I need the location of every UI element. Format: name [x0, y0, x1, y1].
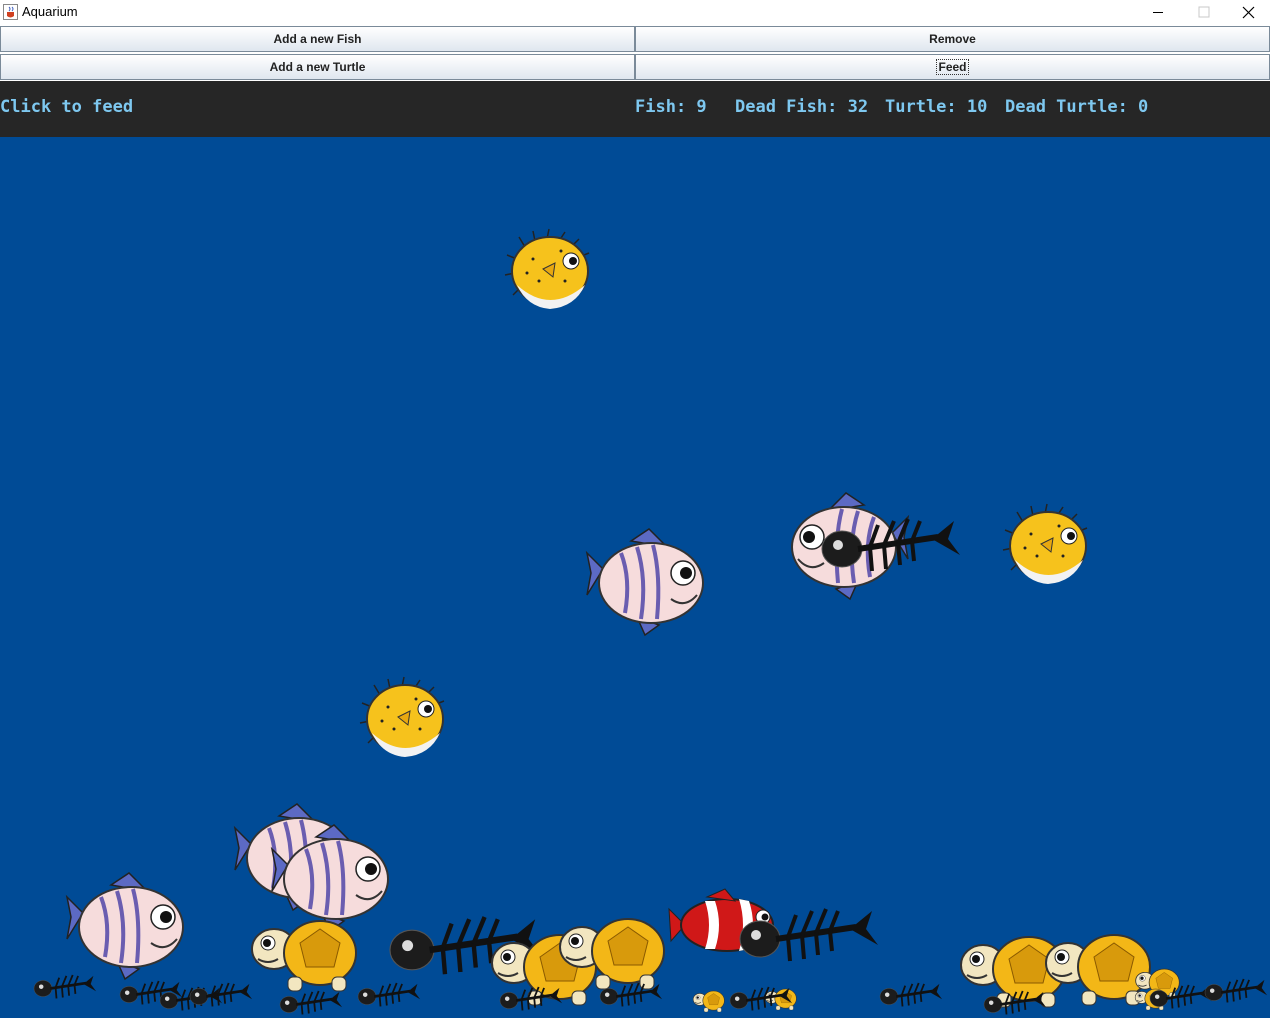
close-icon: [1242, 6, 1255, 19]
dead-fish-skeleton: [278, 989, 344, 1016]
turtle-small: [692, 990, 725, 1013]
dead-fish-skeleton: [878, 981, 944, 1008]
remove-button[interactable]: Remove: [635, 26, 1270, 52]
feed-button-label: Feed: [936, 59, 969, 75]
dead-fish-count: Dead Fish: 32: [735, 97, 869, 117]
puffer-fish: [359, 676, 445, 758]
button-row-bottom: Add a new Turtle Feed: [0, 54, 1270, 82]
dead-turtle-count: Dead Turtle: 0: [1005, 97, 1149, 117]
maximize-icon: [1198, 6, 1210, 18]
minimize-button[interactable]: [1135, 0, 1181, 25]
feed-hint: Click to feed: [0, 97, 134, 117]
puffer-fish: [1002, 503, 1088, 585]
puffer-fish: [504, 228, 590, 310]
add-turtle-button[interactable]: Add a new Turtle: [0, 54, 635, 80]
tiger-fish: [65, 871, 185, 981]
add-fish-button[interactable]: Add a new Fish: [0, 26, 635, 52]
dead-fish-skeleton: [356, 981, 422, 1008]
window-titlebar: Aquarium: [0, 0, 1270, 25]
fish-count: Fish: 9: [635, 97, 707, 117]
java-cup-icon: [3, 4, 18, 20]
button-row-top: Add a new Fish Remove: [0, 26, 1270, 54]
status-bar: Click to feed Fish: 9 Dead Fish: 32 Turt…: [0, 81, 1270, 137]
tiger-fish: [585, 527, 705, 637]
turtle-count: Turtle: 10: [885, 97, 988, 117]
dead-fish-skeleton: [1203, 977, 1269, 1004]
maximize-button[interactable]: [1181, 0, 1227, 25]
turtle: [251, 920, 357, 992]
aquarium-scene: [32, 228, 1269, 1016]
minimize-icon: [1153, 12, 1163, 13]
dead-fish-skeleton: [188, 981, 254, 1008]
turtle: [1045, 934, 1151, 1006]
dead-fish-skeleton: [32, 973, 98, 1000]
aquarium-canvas[interactable]: [0, 137, 1270, 1018]
window-title: Aquarium: [22, 4, 78, 19]
close-button[interactable]: [1226, 0, 1270, 25]
feed-button[interactable]: Feed: [635, 54, 1270, 80]
